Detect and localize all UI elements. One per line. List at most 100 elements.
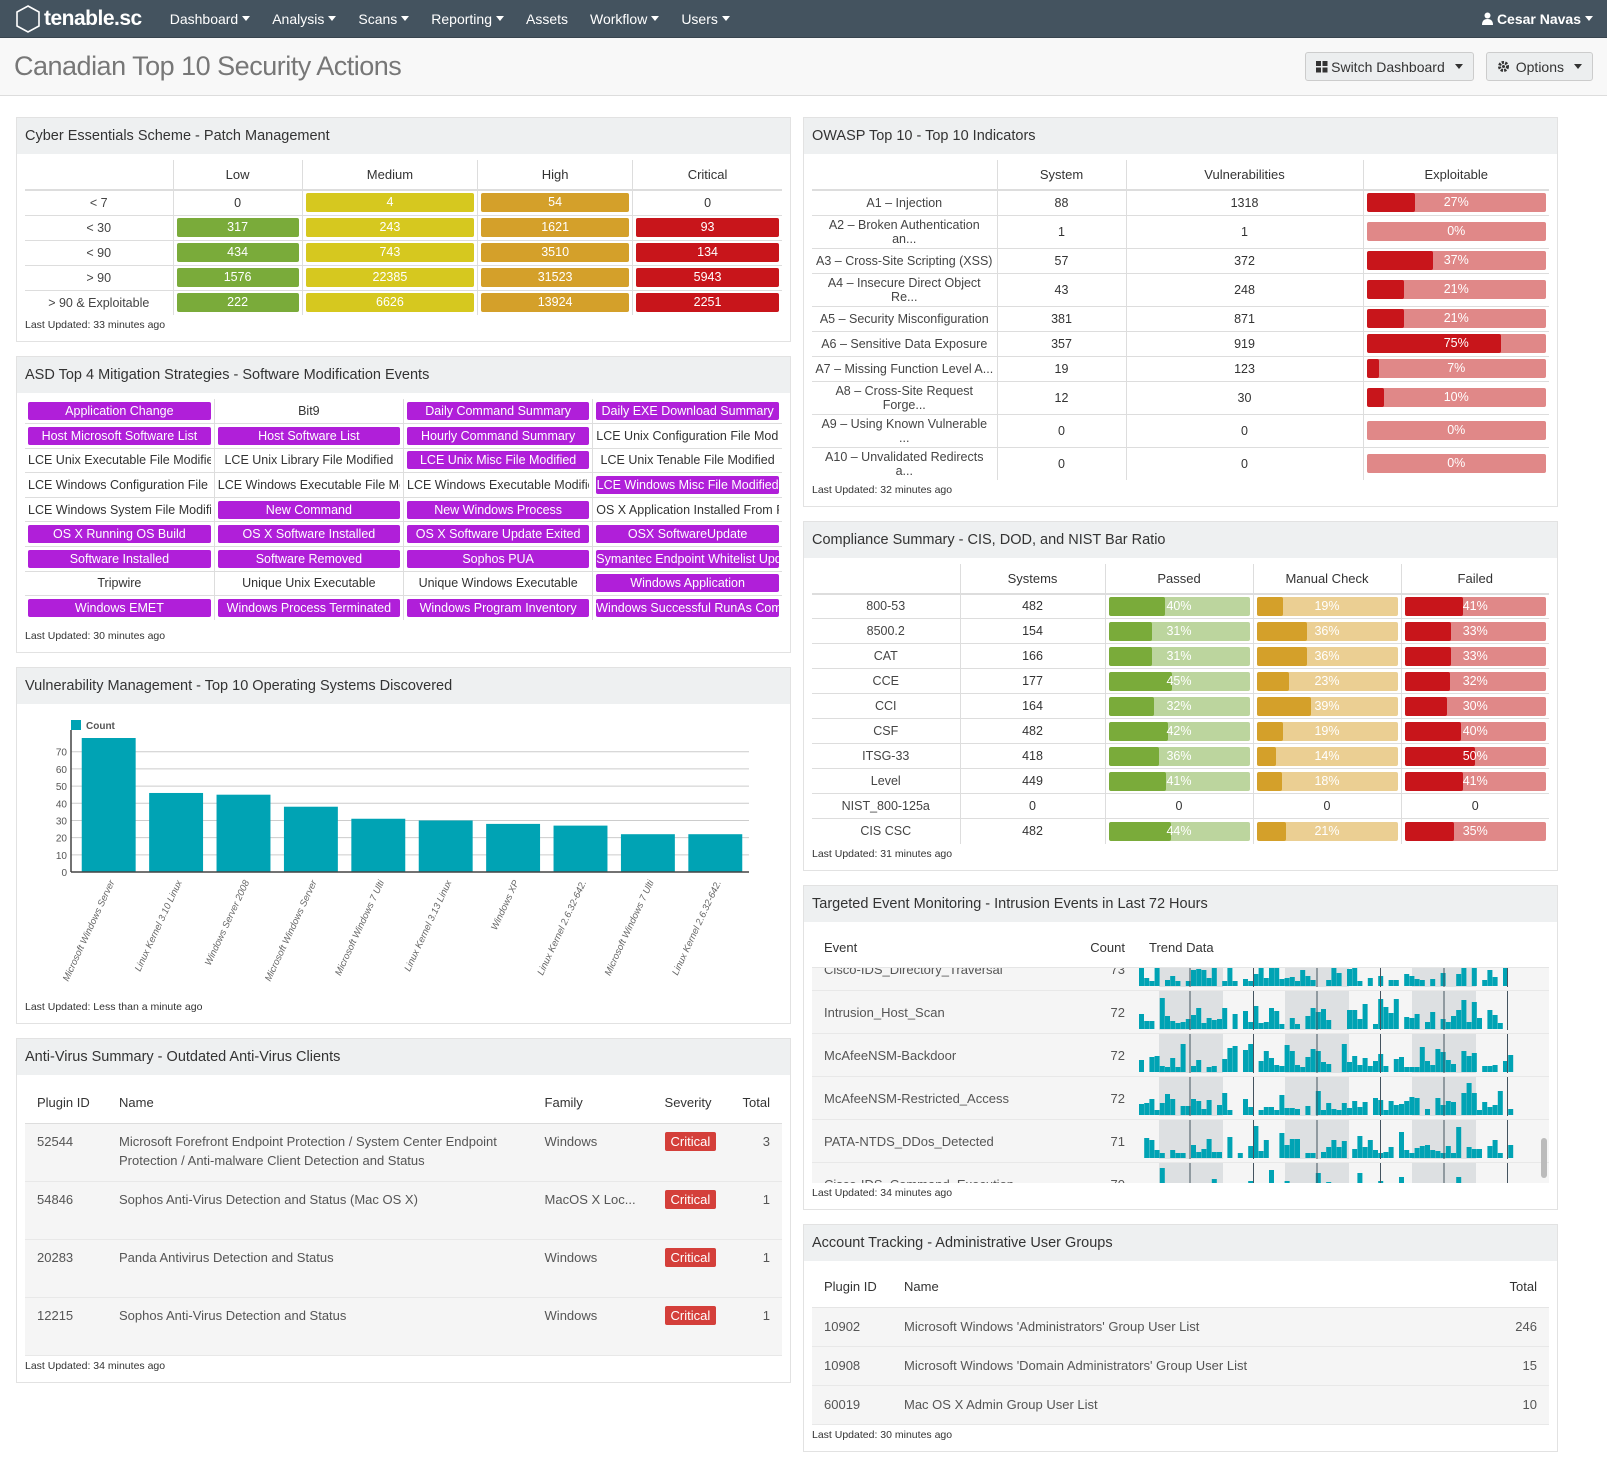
asd-cell[interactable]: Daily EXE Download Summary xyxy=(592,399,782,425)
brand-logo[interactable]: tenable.sc xyxy=(14,4,142,34)
failed-cell[interactable]: 40% xyxy=(1400,718,1549,744)
vuln-count[interactable]: 248 xyxy=(1125,273,1363,307)
manual-cell[interactable]: 36% xyxy=(1252,618,1401,644)
table-row[interactable]: 52544 Microsoft Forefront Endpoint Protec… xyxy=(25,1123,782,1182)
table-row[interactable]: 10902 Microsoft Windows 'Administrators' … xyxy=(812,1307,1549,1347)
asd-cell[interactable]: Application Change xyxy=(25,399,215,425)
col-plugin-id[interactable]: Plugin ID xyxy=(25,1081,107,1124)
options-button[interactable]: Options xyxy=(1485,52,1593,81)
system-count[interactable]: 0 xyxy=(996,414,1127,448)
bar[interactable] xyxy=(418,820,473,873)
switch-dashboard-button[interactable]: Switch Dashboard xyxy=(1305,52,1474,81)
asd-cell[interactable]: Daily Command Summary xyxy=(402,399,593,425)
table-row[interactable]: 20283 Panda Antivirus Detection and Statu… xyxy=(25,1239,782,1298)
patch-cell[interactable]: 0 xyxy=(172,190,303,216)
asd-cell[interactable]: LCE Unix Configuration File Modified xyxy=(592,423,782,449)
patch-cell[interactable]: 134 xyxy=(632,240,782,266)
system-count[interactable]: 19 xyxy=(996,356,1127,382)
vuln-count[interactable]: 123 xyxy=(1125,356,1363,382)
asd-cell[interactable]: LCE Windows System File Modified xyxy=(25,497,215,523)
systems-count[interactable]: 482 xyxy=(959,718,1105,744)
nav-dashboard[interactable]: Dashboard xyxy=(170,11,251,27)
patch-cell[interactable]: 1576 xyxy=(172,265,303,291)
exploitable-cell[interactable]: 0% xyxy=(1362,215,1549,249)
asd-cell[interactable]: Hourly Command Summary xyxy=(402,423,593,449)
asd-cell[interactable]: Unique Unix Executable xyxy=(213,571,404,597)
vuln-count[interactable]: 919 xyxy=(1125,331,1363,357)
systems-count[interactable]: 482 xyxy=(959,818,1105,844)
asd-cell[interactable]: LCE Unix Tenable File Modified xyxy=(592,448,782,474)
nav-reporting[interactable]: Reporting xyxy=(431,11,504,27)
asd-cell[interactable]: Host Software List xyxy=(213,423,404,449)
patch-cell[interactable]: 222 xyxy=(172,290,303,315)
col-plugin-id[interactable]: Plugin ID xyxy=(812,1267,892,1308)
patch-cell[interactable]: 54 xyxy=(477,190,633,216)
col-name[interactable]: Name xyxy=(892,1267,1489,1308)
table-row[interactable]: 12215 Sophos Anti-Virus Detection and Sta… xyxy=(25,1297,782,1356)
asd-cell[interactable]: LCE Windows Misc File Modified xyxy=(592,472,782,498)
vuln-count[interactable]: 30 xyxy=(1125,381,1363,415)
exploitable-cell[interactable]: 37% xyxy=(1362,248,1549,274)
asd-cell[interactable]: Sophos PUA xyxy=(402,546,593,572)
manual-cell[interactable]: 36% xyxy=(1252,643,1401,669)
asd-cell[interactable]: Software Removed xyxy=(213,546,404,572)
patch-cell[interactable]: 317 xyxy=(172,215,303,241)
user-menu[interactable]: Cesar Navas xyxy=(1481,11,1593,27)
systems-count[interactable]: 166 xyxy=(959,643,1105,669)
nav-users[interactable]: Users xyxy=(681,11,730,27)
patch-cell[interactable]: 743 xyxy=(301,240,478,266)
passed-cell[interactable]: 31% xyxy=(1104,618,1253,644)
failed-cell[interactable]: 50% xyxy=(1400,743,1549,769)
system-count[interactable]: 43 xyxy=(996,273,1127,307)
passed-cell[interactable]: 40% xyxy=(1104,593,1253,619)
failed-cell[interactable]: 41% xyxy=(1400,768,1549,794)
systems-count[interactable]: 164 xyxy=(959,693,1105,719)
patch-cell[interactable]: 2251 xyxy=(632,290,782,315)
bar[interactable] xyxy=(688,834,743,873)
event-row[interactable]: Intrusion_Host_Scan 72 xyxy=(812,990,1549,1034)
system-count[interactable]: 1 xyxy=(996,215,1127,249)
asd-cell[interactable]: LCE Windows Executable Modified xyxy=(402,472,593,498)
col-count[interactable]: Count xyxy=(1072,927,1137,968)
asd-cell[interactable]: Windows Successful RunAs Command xyxy=(592,595,782,621)
patch-cell[interactable]: 4 xyxy=(301,190,478,216)
col-family[interactable]: Family xyxy=(532,1081,653,1124)
passed-cell[interactable]: 32% xyxy=(1104,693,1253,719)
bar[interactable] xyxy=(351,819,406,873)
events-scroll-area[interactable]: Cisco-IDS_Directory_Traversal 73 Intrusion… xyxy=(812,968,1549,1183)
patch-cell[interactable]: 3510 xyxy=(477,240,633,266)
vuln-count[interactable]: 0 xyxy=(1125,414,1363,448)
systems-count[interactable]: 482 xyxy=(959,593,1105,619)
exploitable-cell[interactable]: 10% xyxy=(1362,381,1549,415)
system-count[interactable]: 357 xyxy=(996,331,1127,357)
vuln-count[interactable]: 0 xyxy=(1125,447,1363,480)
event-row[interactable]: Cisco-IDS_Command_Execution70 xyxy=(812,1162,1549,1183)
passed-cell[interactable]: 41% xyxy=(1104,768,1253,794)
failed-cell[interactable]: 33% xyxy=(1400,618,1549,644)
exploitable-cell[interactable]: 21% xyxy=(1362,306,1549,332)
exploitable-cell[interactable]: 27% xyxy=(1362,190,1549,216)
asd-cell[interactable]: Windows Process Terminated xyxy=(213,595,404,621)
passed-cell[interactable]: 45% xyxy=(1104,668,1253,694)
asd-cell[interactable]: Windows Application xyxy=(592,571,782,597)
patch-cell[interactable]: 93 xyxy=(632,215,782,241)
manual-cell[interactable]: 19% xyxy=(1252,718,1401,744)
passed-cell[interactable]: 31% xyxy=(1104,643,1253,669)
asd-cell[interactable]: Bit9 xyxy=(213,399,404,425)
asd-cell[interactable]: OS X Running OS Build xyxy=(25,521,215,548)
col-severity[interactable]: Severity xyxy=(652,1081,731,1124)
asd-cell[interactable]: Windows EMET xyxy=(25,596,214,621)
bar[interactable] xyxy=(81,738,136,873)
asd-cell[interactable]: Host Microsoft Software List xyxy=(25,423,215,449)
asd-cell[interactable]: New Command xyxy=(213,497,404,523)
vuln-count[interactable]: 871 xyxy=(1125,306,1363,332)
patch-cell[interactable]: 434 xyxy=(172,240,303,266)
scrollbar-thumb[interactable] xyxy=(1541,1138,1547,1178)
systems-count[interactable]: 449 xyxy=(959,768,1105,794)
bar[interactable] xyxy=(486,824,541,873)
bar[interactable] xyxy=(216,795,271,873)
vuln-count[interactable]: 1318 xyxy=(1125,190,1363,216)
patch-cell[interactable]: 6626 xyxy=(301,290,478,315)
nav-workflow[interactable]: Workflow xyxy=(590,11,660,27)
system-count[interactable]: 12 xyxy=(996,381,1127,415)
